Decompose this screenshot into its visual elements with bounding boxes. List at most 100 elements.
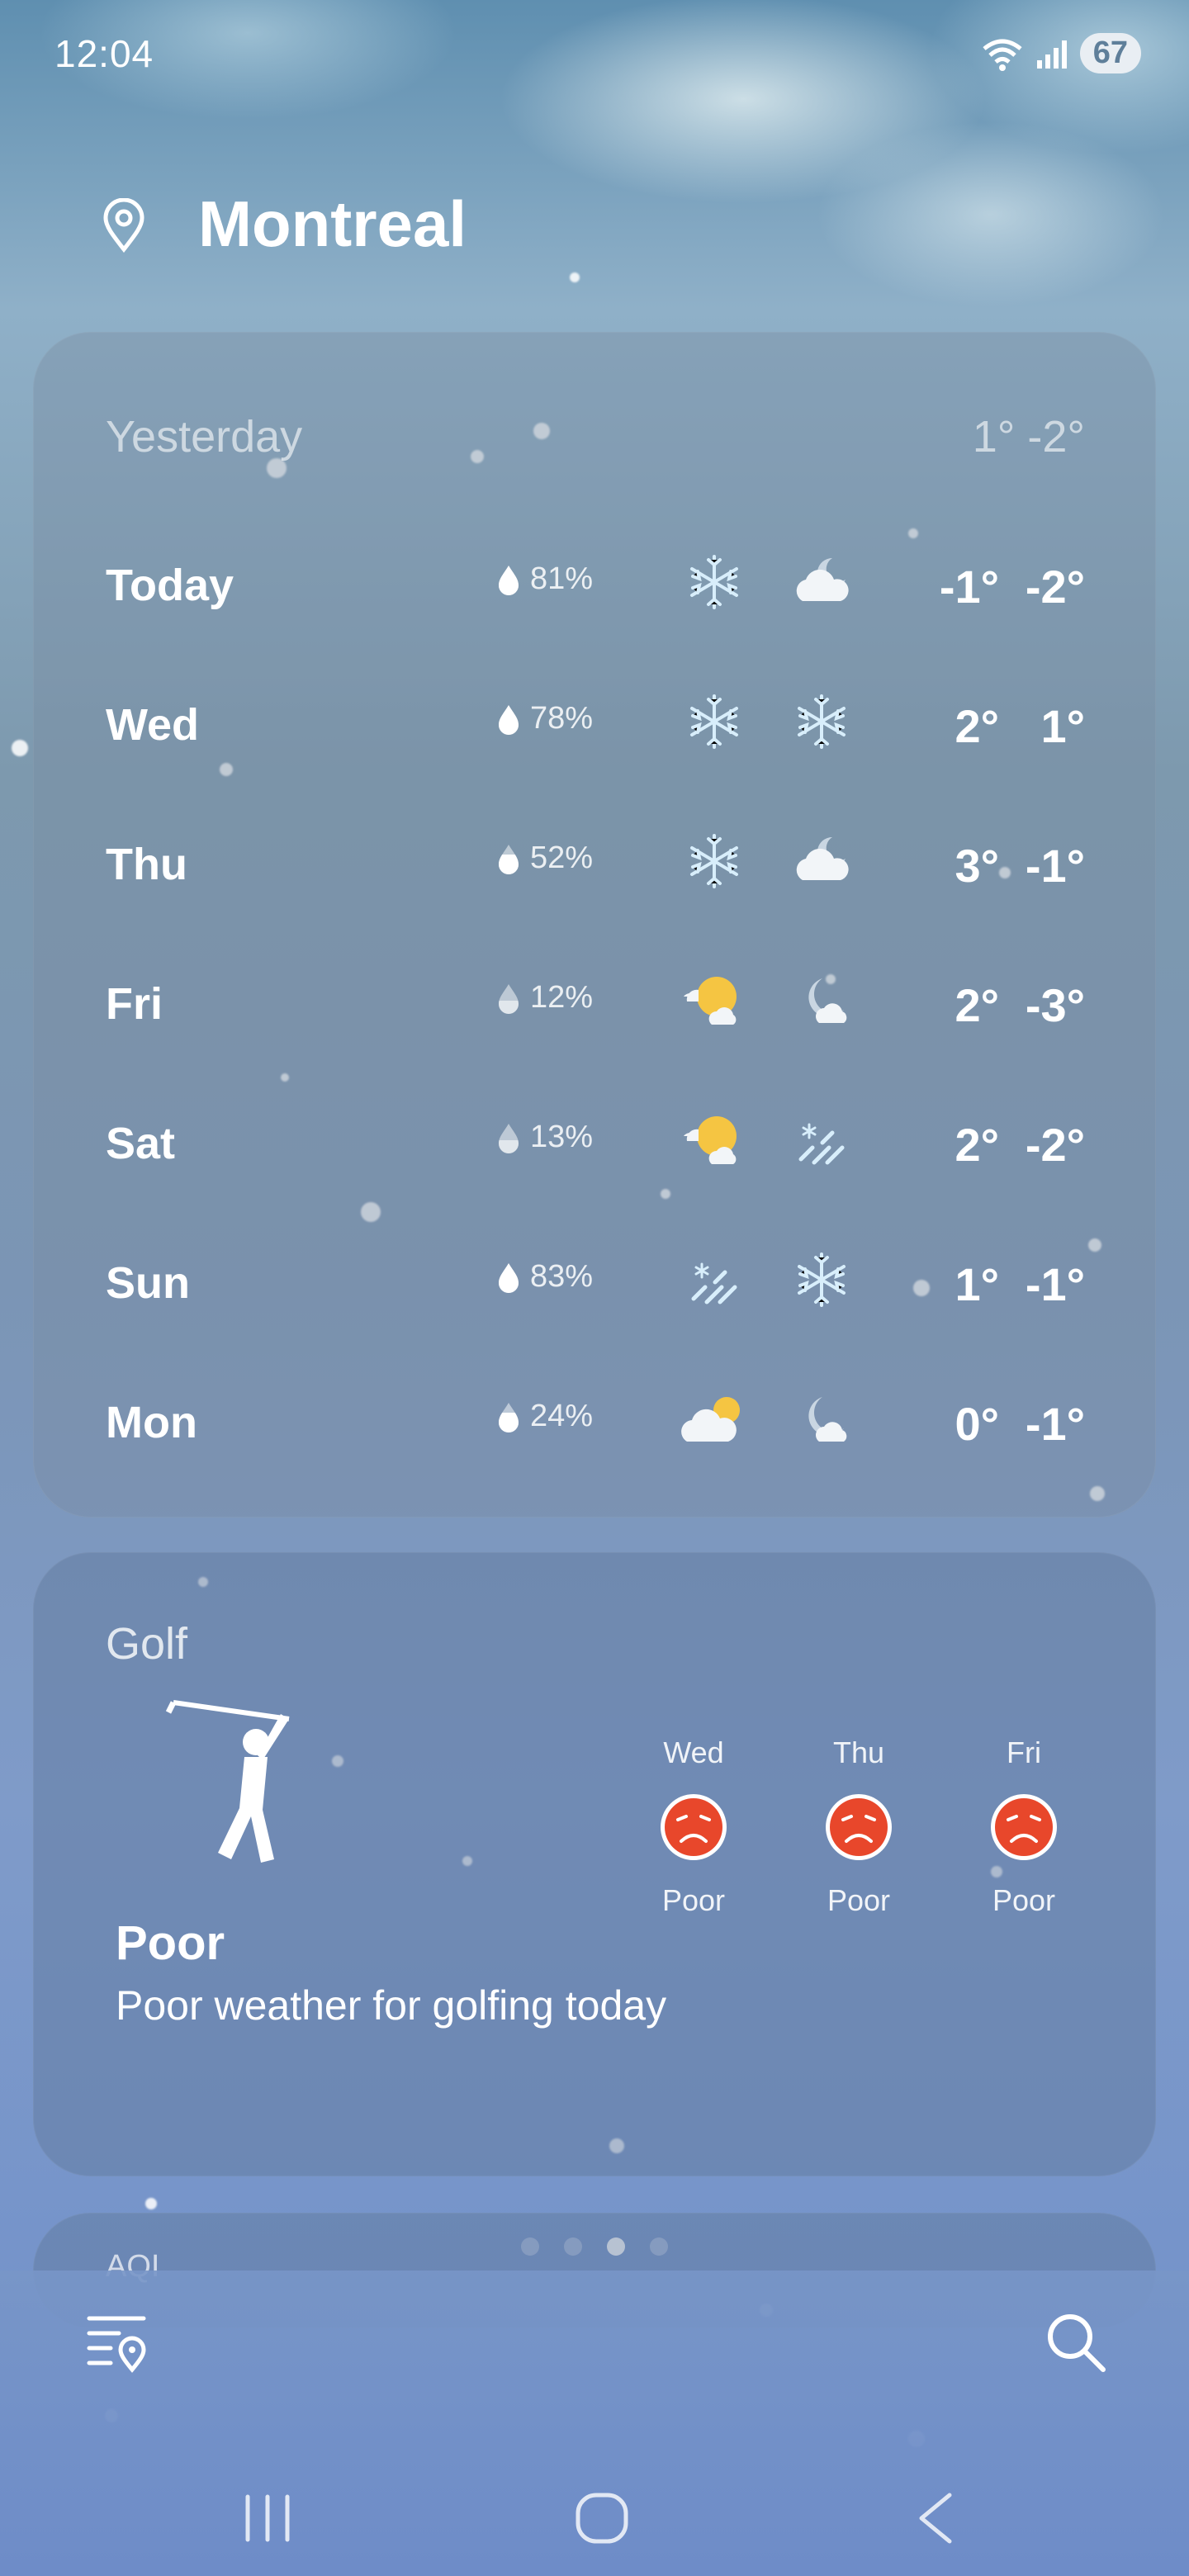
raindrop-icon <box>499 844 519 874</box>
forecast-row[interactable]: Sat 13% 2° -2° <box>33 1096 1156 1187</box>
snow-rain-icon <box>679 1244 750 1315</box>
golf-card[interactable]: Golf Poor Poor weather for golfing today… <box>33 1552 1156 2256</box>
raindrop-icon <box>499 1262 519 1293</box>
sad-face-icon <box>661 1794 727 1860</box>
forecast-row[interactable]: Wed 78% 2° 1° <box>33 678 1156 769</box>
manage-locations-icon[interactable] <box>86 2312 150 2373</box>
cloud-moon-icon <box>786 826 857 897</box>
high-temp: -1° <box>939 561 999 613</box>
moon-cloud-icon <box>786 1384 857 1455</box>
precip-chance: 78% <box>497 701 593 736</box>
precip-value: 13% <box>530 1120 594 1154</box>
golfer-icon <box>165 1700 290 1863</box>
precip-value: 81% <box>530 561 594 596</box>
forecast-row[interactable]: Thu 52% 3° -1° <box>33 817 1156 908</box>
golf-day-item: Wed Poor <box>611 1735 776 1918</box>
golf-day-name: Fri <box>1007 1735 1041 1769</box>
golf-day-name: Thu <box>832 1735 885 1769</box>
sun-cloud-icon <box>679 1105 750 1176</box>
golf-day-item: Thu Poor <box>776 1735 941 1918</box>
sad-face-icon <box>991 1794 1057 1860</box>
location-pin-icon[interactable] <box>101 198 147 253</box>
forecast-day: Fri <box>106 979 163 1029</box>
high-temp: 2° <box>955 700 999 752</box>
snowflake-icon <box>679 686 750 757</box>
cloud-moon-icon <box>786 547 857 618</box>
raindrop-icon <box>499 1402 519 1432</box>
golf-day-item: Fri Poor <box>941 1735 1106 1918</box>
cloud-sun-icon <box>679 1384 750 1455</box>
high-temp: 0° <box>955 1398 999 1450</box>
forecast-row[interactable]: Sun 83% 1° -1° <box>33 1236 1156 1327</box>
forecast-day: Mon <box>106 1398 197 1447</box>
sad-face-icon <box>826 1794 892 1860</box>
precip-value: 12% <box>530 980 594 1015</box>
high-temp: 2° <box>955 1119 999 1171</box>
yesterday-temps: 1° -2° <box>972 412 1085 462</box>
snowflake-icon <box>786 686 857 757</box>
recent-apps-icon[interactable] <box>239 2493 296 2543</box>
precip-chance: 52% <box>497 841 593 876</box>
moon-cloud-icon <box>786 965 857 1036</box>
low-temp: -1° <box>1025 840 1085 892</box>
city-title[interactable]: Montreal <box>198 187 467 262</box>
snowflake-icon <box>679 826 750 897</box>
high-temp: 3° <box>955 840 999 892</box>
precip-value: 52% <box>530 841 594 875</box>
high-temp: 1° <box>955 1258 999 1310</box>
battery-badge: 67 <box>1079 33 1141 73</box>
precip-chance: 81% <box>497 561 593 597</box>
forecast-day: Sat <box>106 1119 176 1168</box>
bottom-bar <box>0 2271 1189 2576</box>
raindrop-icon <box>499 1123 519 1153</box>
snowflake-icon <box>786 1244 857 1315</box>
status-time: 12:04 <box>54 32 154 75</box>
low-temp: -2° <box>1025 561 1085 613</box>
precip-chance: 83% <box>497 1259 593 1295</box>
golf-day-rating: Poor <box>827 1883 891 1917</box>
precip-value: 78% <box>530 701 594 736</box>
sun-cloud-icon <box>679 965 750 1036</box>
forecast-day: Wed <box>106 700 200 750</box>
snow-rain-icon <box>786 1105 857 1176</box>
golf-day-rating: Poor <box>992 1883 1056 1917</box>
forecast-row[interactable]: Mon 24% 0° -1° <box>33 1376 1156 1466</box>
back-icon[interactable] <box>915 2492 955 2545</box>
home-icon[interactable] <box>575 2492 629 2545</box>
status-icons: 67 <box>981 33 1141 73</box>
snowflake-particle <box>145 2198 157 2209</box>
precip-value: 83% <box>530 1259 594 1294</box>
low-temp: -2° <box>1025 1119 1085 1171</box>
yesterday-label: Yesterday <box>106 412 303 462</box>
precip-chance: 13% <box>497 1120 593 1155</box>
forecast-day: Today <box>106 561 234 610</box>
golf-title: Golf <box>106 1619 188 1669</box>
forecast-day: Thu <box>106 840 187 889</box>
snowflake-icon <box>679 547 750 618</box>
precip-value: 24% <box>530 1399 594 1433</box>
daily-forecast-card[interactable]: Yesterday 1° -2° Today 81% -1° -2° Wed 78% 2° 1… <box>33 332 1156 1518</box>
low-temp: -3° <box>1025 979 1085 1031</box>
signal-icon <box>1036 40 1067 69</box>
snowflake-particle <box>12 740 28 756</box>
forecast-row[interactable]: Fri 12% 2° -3° <box>33 957 1156 1048</box>
precip-chance: 24% <box>497 1399 593 1434</box>
high-temp: 2° <box>955 979 999 1031</box>
golf-day-name: Wed <box>663 1735 724 1769</box>
low-temp: 1° <box>1040 700 1085 752</box>
golf-status: Poor <box>116 1916 225 1970</box>
wifi-icon <box>983 39 1022 71</box>
search-icon[interactable] <box>1045 2312 1106 2373</box>
golf-day-list: Wed Poor Thu Poor Fri Poor <box>611 1735 1106 1918</box>
raindrop-icon <box>499 704 519 735</box>
golf-description: Poor weather for golfing today <box>116 1982 667 2029</box>
low-temp: -1° <box>1025 1258 1085 1310</box>
precip-chance: 12% <box>497 980 593 1016</box>
raindrop-icon <box>499 983 519 1014</box>
low-temp: -1° <box>1025 1398 1085 1450</box>
snowflake-particle <box>570 272 580 282</box>
forecast-row[interactable]: Today 81% -1° -2° <box>33 538 1156 629</box>
raindrop-icon <box>499 565 519 595</box>
forecast-day: Sun <box>106 1258 190 1308</box>
golf-day-rating: Poor <box>661 1883 726 1917</box>
